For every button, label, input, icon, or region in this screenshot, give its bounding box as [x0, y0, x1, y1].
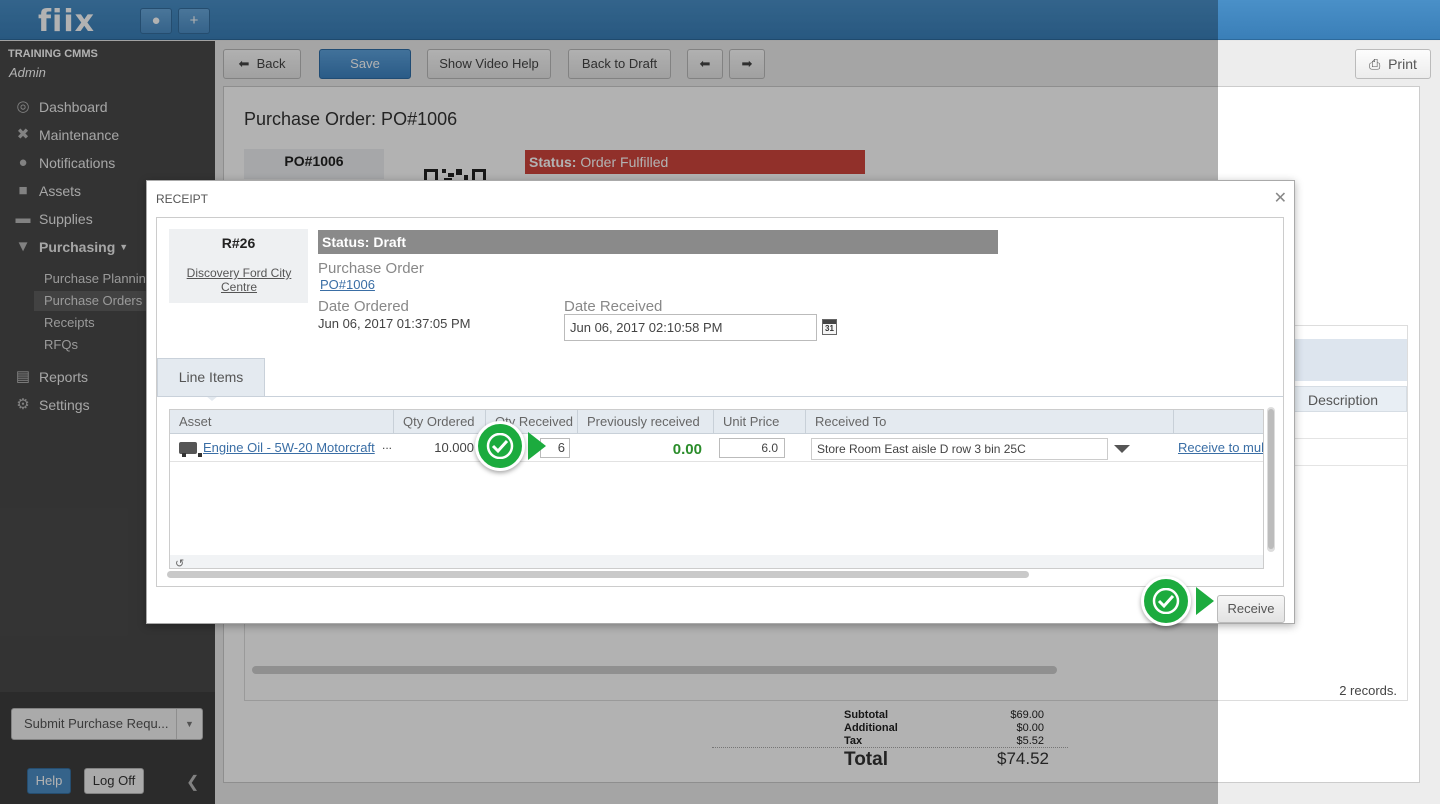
print-button[interactable]: ⎙ Print — [1355, 49, 1431, 79]
date-ordered-label: Date Ordered — [318, 298, 409, 315]
vertical-scrollbar-thumb[interactable] — [1268, 409, 1274, 549]
column-header-received-to[interactable]: Received To — [806, 410, 1174, 434]
chevron-down-icon[interactable] — [1114, 445, 1130, 453]
close-icon[interactable]: ✕ — [1274, 188, 1287, 208]
tab-line-items[interactable]: Line Items — [157, 358, 265, 401]
asset-more: ... — [382, 438, 393, 452]
check-icon — [475, 421, 525, 471]
check-icon — [1141, 576, 1191, 626]
date-received-input[interactable]: Jun 06, 2017 02:10:58 PM — [564, 314, 817, 341]
received-to-select[interactable]: Store Room East aisle D row 3 bin 25C — [811, 438, 1108, 460]
horizontal-scrollbar[interactable] — [167, 571, 1029, 578]
dialog-title: RECEIPT — [156, 192, 209, 206]
receipt-body: R#26 Discovery Ford City Centre Status: … — [156, 217, 1284, 587]
table-row[interactable] — [1293, 413, 1407, 439]
calendar-icon[interactable]: 31 — [822, 319, 837, 335]
column-header-actions — [1174, 410, 1263, 434]
guide-pointer — [1196, 587, 1214, 615]
purchase-order-label: Purchase Order — [318, 260, 424, 277]
records-count: 2 records. — [1339, 683, 1397, 698]
table-row: Engine Oil - 5W-20 Motorcraft ... 10.000… — [170, 434, 1263, 462]
date-received-label: Date Received — [564, 298, 663, 315]
receipt-number: R#26 — [221, 235, 256, 251]
receive-button[interactable]: Receive — [1217, 595, 1285, 623]
grid-footer: ↺ — [170, 555, 1263, 568]
asset-link[interactable]: Engine Oil - 5W-20 Motorcraft — [203, 440, 375, 455]
receipt-location-link[interactable]: Discovery Ford City Centre — [177, 266, 301, 294]
table-row[interactable] — [1293, 440, 1407, 466]
refresh-icon[interactable]: ↺ — [175, 557, 184, 568]
receive-to-multiple-link[interactable]: Receive to mul — [1178, 440, 1263, 455]
guide-pointer — [528, 432, 546, 460]
receipt-dialog: RECEIPT ✕ R#26 Discovery Ford City Centr… — [146, 180, 1295, 624]
column-header-qty-ordered[interactable]: Qty Ordered — [394, 410, 486, 434]
date-ordered-value: Jun 06, 2017 01:37:05 PM — [318, 316, 471, 331]
qty-ordered-value: 10.000 — [434, 440, 474, 455]
line-items-panel: Asset Qty Ordered Qty Received Previousl… — [157, 396, 1283, 587]
po-grid-header-description[interactable]: Description — [1293, 386, 1407, 412]
line-items-grid: Asset Qty Ordered Qty Received Previousl… — [169, 409, 1264, 569]
receipt-summary-box: R#26 Discovery Ford City Centre — [169, 229, 308, 303]
previously-received-value: 0.00 — [672, 441, 702, 458]
column-header-unit-price[interactable]: Unit Price — [714, 410, 806, 434]
printer-icon: ⎙ — [1369, 56, 1381, 72]
purchase-order-link[interactable]: PO#1006 — [320, 277, 375, 292]
receipt-status-badge: Status: Draft — [318, 230, 998, 254]
column-header-previously-received[interactable]: Previously received — [578, 410, 714, 434]
unit-price-input[interactable]: 6.0 — [719, 438, 785, 458]
vehicle-icon — [179, 442, 202, 457]
po-grid-toolbar — [1293, 339, 1407, 381]
column-header-asset[interactable]: Asset — [170, 410, 394, 434]
